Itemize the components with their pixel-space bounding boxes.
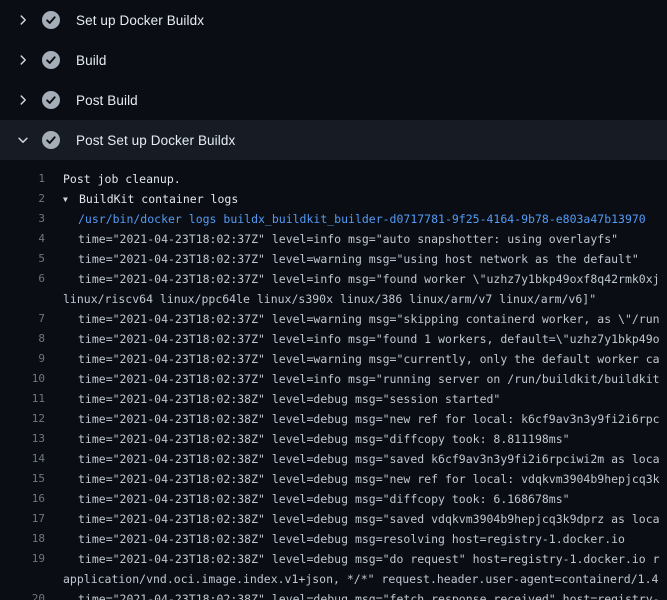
log-pane[interactable]: 1 Post job cleanup. 2 ▼BuildKit container l… — [0, 160, 667, 600]
log-line-number[interactable]: 11 — [0, 389, 45, 409]
log-row: application/vnd.oci.image.index.v1+json,… — [0, 569, 667, 589]
log-line-text: time="2021-04-23T18:02:38Z" level=debug … — [63, 449, 667, 469]
log-line-text: linux/riscv64 linux/ppc64le linux/s390x … — [63, 289, 667, 309]
log-row: 15 time="2021-04-23T18:02:38Z" level=debu… — [0, 469, 667, 489]
log-line-text: time="2021-04-23T18:02:38Z" level=debug … — [63, 429, 667, 449]
step-label: Build — [76, 53, 107, 68]
log-row: 4 time="2021-04-23T18:02:37Z" level=info … — [0, 229, 667, 249]
log-line-text: time="2021-04-23T18:02:38Z" level=debug … — [63, 469, 667, 489]
step-post-set-up-docker-buildx[interactable]: Post Set up Docker Buildx — [0, 120, 667, 160]
log-line-number[interactable]: 8 — [0, 329, 45, 349]
log-line-number[interactable]: 16 — [0, 489, 45, 509]
log-row: 20 time="2021-04-23T18:02:38Z" level=debu… — [0, 589, 667, 600]
log-line-number[interactable]: 3 — [0, 209, 45, 229]
log-line-number — [0, 569, 45, 589]
log-line-text: /usr/bin/docker logs buildx_buildkit_bui… — [63, 209, 667, 229]
log-row: 3/usr/bin/docker logs buildx_buildkit_bu… — [0, 209, 667, 229]
log-row: 13 time="2021-04-23T18:02:38Z" level=debu… — [0, 429, 667, 449]
log-row: 10 time="2021-04-23T18:02:37Z" level=info… — [0, 369, 667, 389]
log-line-number — [0, 289, 45, 309]
log-line-text: time="2021-04-23T18:02:37Z" level=info m… — [63, 269, 667, 289]
step-success-icon — [42, 131, 60, 149]
step-post-build[interactable]: Post Build — [0, 80, 667, 120]
log-row: 18 time="2021-04-23T18:02:38Z" level=debu… — [0, 529, 667, 549]
log-row: 1 Post job cleanup. — [0, 169, 667, 189]
log-row: 11 time="2021-04-23T18:02:38Z" level=debu… — [0, 389, 667, 409]
log-line-number[interactable]: 5 — [0, 249, 45, 269]
steps-list: Set up Docker Buildx Build Post Build — [0, 0, 667, 160]
log-line-number[interactable]: 9 — [0, 349, 45, 369]
log-line-text: time="2021-04-23T18:02:37Z" level=info m… — [63, 229, 667, 249]
log-row: 12 time="2021-04-23T18:02:38Z" level=debu… — [0, 409, 667, 429]
workflow-log-viewer: Set up Docker Buildx Build Post Build — [0, 0, 667, 600]
log-row: 16 time="2021-04-23T18:02:38Z" level=debu… — [0, 489, 667, 509]
log-line-number[interactable]: 19 — [0, 549, 45, 569]
log-line-text: time="2021-04-23T18:02:37Z" level=warnin… — [63, 309, 667, 329]
log-row: 5 time="2021-04-23T18:02:37Z" level=warni… — [0, 249, 667, 269]
log-row: 17 time="2021-04-23T18:02:38Z" level=debu… — [0, 509, 667, 529]
log-line-text: time="2021-04-23T18:02:37Z" level=info m… — [63, 369, 667, 389]
step-success-icon — [42, 91, 60, 109]
log-line-number[interactable]: 13 — [0, 429, 45, 449]
log-line-number[interactable]: 18 — [0, 529, 45, 549]
step-success-icon — [42, 11, 60, 29]
log-line-number[interactable]: 6 — [0, 269, 45, 289]
log-line-text: time="2021-04-23T18:02:38Z" level=debug … — [63, 549, 667, 569]
chevron-right-icon — [10, 13, 36, 27]
chevron-down-icon — [10, 133, 36, 147]
log-line-number[interactable]: 15 — [0, 469, 45, 489]
log-line-number[interactable]: 14 — [0, 449, 45, 469]
log-line-text: time="2021-04-23T18:02:38Z" level=debug … — [63, 529, 667, 549]
log-line-number[interactable]: 12 — [0, 409, 45, 429]
log-line-text: time="2021-04-23T18:02:37Z" level=warnin… — [63, 349, 667, 369]
log-row: 19 time="2021-04-23T18:02:38Z" level=debu… — [0, 549, 667, 569]
step-label: Post Build — [76, 93, 138, 108]
step-set-up-docker-buildx[interactable]: Set up Docker Buildx — [0, 0, 667, 40]
log-row: 7 time="2021-04-23T18:02:37Z" level=warni… — [0, 309, 667, 329]
log-line-number[interactable]: 17 — [0, 509, 45, 529]
log-line-text: time="2021-04-23T18:02:38Z" level=debug … — [63, 409, 667, 429]
log-line-text: application/vnd.oci.image.index.v1+json,… — [63, 569, 667, 589]
log-line-number[interactable]: 1 — [0, 169, 45, 189]
group-collapse-icon[interactable]: ▼ — [63, 190, 79, 209]
log-line-text: time="2021-04-23T18:02:37Z" level=info m… — [63, 329, 667, 349]
log-line-number[interactable]: 4 — [0, 229, 45, 249]
step-success-icon — [42, 51, 60, 69]
group-title: BuildKit container logs — [79, 192, 238, 206]
log-line-number[interactable]: 7 — [0, 309, 45, 329]
log-row: linux/riscv64 linux/ppc64le linux/s390x … — [0, 289, 667, 309]
log-row: 14 time="2021-04-23T18:02:38Z" level=debu… — [0, 449, 667, 469]
chevron-right-icon — [10, 93, 36, 107]
log-line-number[interactable]: 2 — [0, 189, 45, 209]
log-row: 9 time="2021-04-23T18:02:37Z" level=warni… — [0, 349, 667, 369]
log-row: 2 ▼BuildKit container logs — [0, 189, 667, 209]
log-line-text: time="2021-04-23T18:02:38Z" level=debug … — [63, 389, 667, 409]
chevron-right-icon — [10, 53, 36, 67]
log-row: 6 time="2021-04-23T18:02:37Z" level=info … — [0, 269, 667, 289]
step-label: Set up Docker Buildx — [76, 13, 204, 28]
log-line-text: time="2021-04-23T18:02:38Z" level=debug … — [63, 489, 667, 509]
log-line-text: ▼BuildKit container logs — [63, 189, 667, 209]
log-line-number[interactable]: 20 — [0, 589, 45, 600]
step-build[interactable]: Build — [0, 40, 667, 80]
step-label: Post Set up Docker Buildx — [76, 133, 235, 148]
log-line-number[interactable]: 10 — [0, 369, 45, 389]
log-line-text: Post job cleanup. — [63, 169, 667, 189]
log-line-text: time="2021-04-23T18:02:38Z" level=debug … — [63, 509, 667, 529]
log-line-text: time="2021-04-23T18:02:38Z" level=debug … — [63, 589, 667, 600]
log-row: 8 time="2021-04-23T18:02:37Z" level=info … — [0, 329, 667, 349]
log-line-text: time="2021-04-23T18:02:37Z" level=warnin… — [63, 249, 667, 269]
